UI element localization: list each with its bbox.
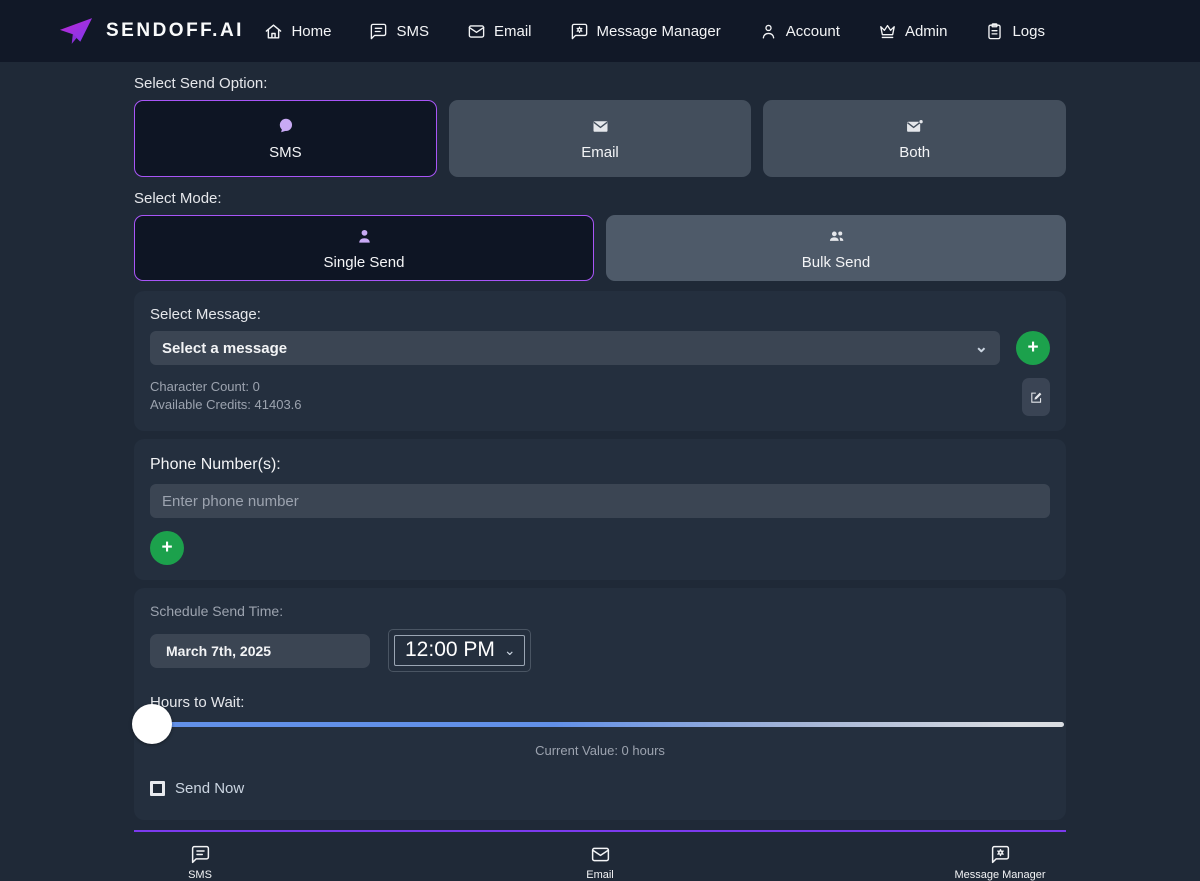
phone-number-input[interactable] <box>150 484 1050 518</box>
send-option-row: SMS Email Both <box>134 100 1066 177</box>
send-option-both-button[interactable]: Both <box>763 100 1066 177</box>
message-gear-icon <box>570 22 589 41</box>
chat-bubble-filled-icon <box>275 116 296 137</box>
time-select[interactable]: 12:00 PM ⌄ <box>394 635 525 666</box>
nav-item-admin[interactable]: Admin <box>878 22 948 41</box>
available-credits: Available Credits: 41403.6 <box>150 396 302 414</box>
message-select-value: Select a message <box>162 340 287 357</box>
slider-thumb[interactable] <box>132 704 172 744</box>
main-content: Select Send Option: SMS Email Both Selec… <box>134 62 1066 820</box>
home-icon <box>264 22 283 41</box>
nav-item-account[interactable]: Account <box>759 22 840 41</box>
send-option-sms-button[interactable]: SMS <box>134 100 437 177</box>
footer-item-sms[interactable]: SMS <box>0 844 400 881</box>
chevron-down-icon: ⌄ <box>975 343 988 353</box>
crown-icon <box>878 22 897 41</box>
mode-label: Select Mode: <box>134 190 1066 207</box>
nav-item-email[interactable]: Email <box>467 22 532 41</box>
slider-track[interactable] <box>136 722 1064 727</box>
phone-card: Phone Number(s): + <box>134 439 1066 580</box>
nav-links: Home SMS Email Message Manager Account A… <box>264 22 1045 41</box>
message-gear-icon <box>990 844 1011 865</box>
brand[interactable]: SENDOFF.AI <box>58 16 244 46</box>
send-option-email-button[interactable]: Email <box>449 100 752 177</box>
brand-name: SENDOFF.AI <box>106 20 244 42</box>
send-now-row: Send Now <box>150 780 1050 805</box>
add-phone-button[interactable]: + <box>150 531 184 565</box>
message-select[interactable]: Select a message ⌄ <box>150 331 1000 365</box>
schedule-label: Schedule Send Time: <box>150 603 1050 619</box>
hours-to-wait-label: Hours to Wait: <box>150 694 1050 711</box>
chevron-down-icon: ⌄ <box>504 646 516 654</box>
mode-row: Single Send Bulk Send <box>134 215 1066 281</box>
nav-item-message-manager[interactable]: Message Manager <box>570 22 721 41</box>
footer-item-message-manager[interactable]: Message Manager <box>800 844 1200 881</box>
envelope-icon <box>590 844 611 865</box>
chat-icon <box>369 22 388 41</box>
nav-item-logs[interactable]: Logs <box>985 22 1045 41</box>
people-filled-icon <box>826 226 847 247</box>
character-count: Character Count: 0 <box>150 378 302 396</box>
send-option-label: Select Send Option: <box>134 75 1066 92</box>
footer-item-email[interactable]: Email <box>400 844 800 881</box>
edit-icon <box>1029 390 1044 405</box>
time-select-value: 12:00 PM <box>405 638 495 662</box>
send-now-checkbox[interactable] <box>150 781 165 796</box>
envelope-icon <box>467 22 486 41</box>
mode-single-send-button[interactable]: Single Send <box>134 215 594 281</box>
nav-item-home[interactable]: Home <box>264 22 331 41</box>
select-message-card: Select Message: Select a message ⌄ + Cha… <box>134 291 1066 431</box>
time-select-wrapper: 12:00 PM ⌄ <box>388 629 531 672</box>
paper-plane-logo-icon <box>58 16 94 46</box>
footer-divider <box>134 830 1066 832</box>
top-navbar: SENDOFF.AI Home SMS Email Message Manage… <box>0 0 1200 62</box>
edit-message-button[interactable] <box>1022 378 1050 416</box>
nav-item-sms[interactable]: SMS <box>369 22 429 41</box>
schedule-card: Schedule Send Time: March 7th, 2025 12:0… <box>134 588 1066 820</box>
hours-slider <box>136 713 1064 739</box>
person-filled-icon <box>354 226 375 247</box>
select-message-label: Select Message: <box>150 306 1050 323</box>
chat-icon <box>190 844 211 865</box>
message-meta: Character Count: 0 Available Credits: 41… <box>150 378 302 414</box>
date-input[interactable]: March 7th, 2025 <box>150 634 370 668</box>
mode-bulk-send-button[interactable]: Bulk Send <box>606 215 1066 281</box>
footer-nav: SMS Email Message Manager <box>0 844 1200 881</box>
send-now-label: Send Now <box>175 780 244 797</box>
add-message-button[interactable]: + <box>1016 331 1050 365</box>
slider-current-value: Current Value: 0 hours <box>150 743 1050 758</box>
envelope-filled-icon <box>590 116 611 137</box>
envelope-dot-icon <box>904 116 925 137</box>
clipboard-icon <box>985 22 1004 41</box>
phone-label: Phone Number(s): <box>150 456 1050 474</box>
person-icon <box>759 22 778 41</box>
